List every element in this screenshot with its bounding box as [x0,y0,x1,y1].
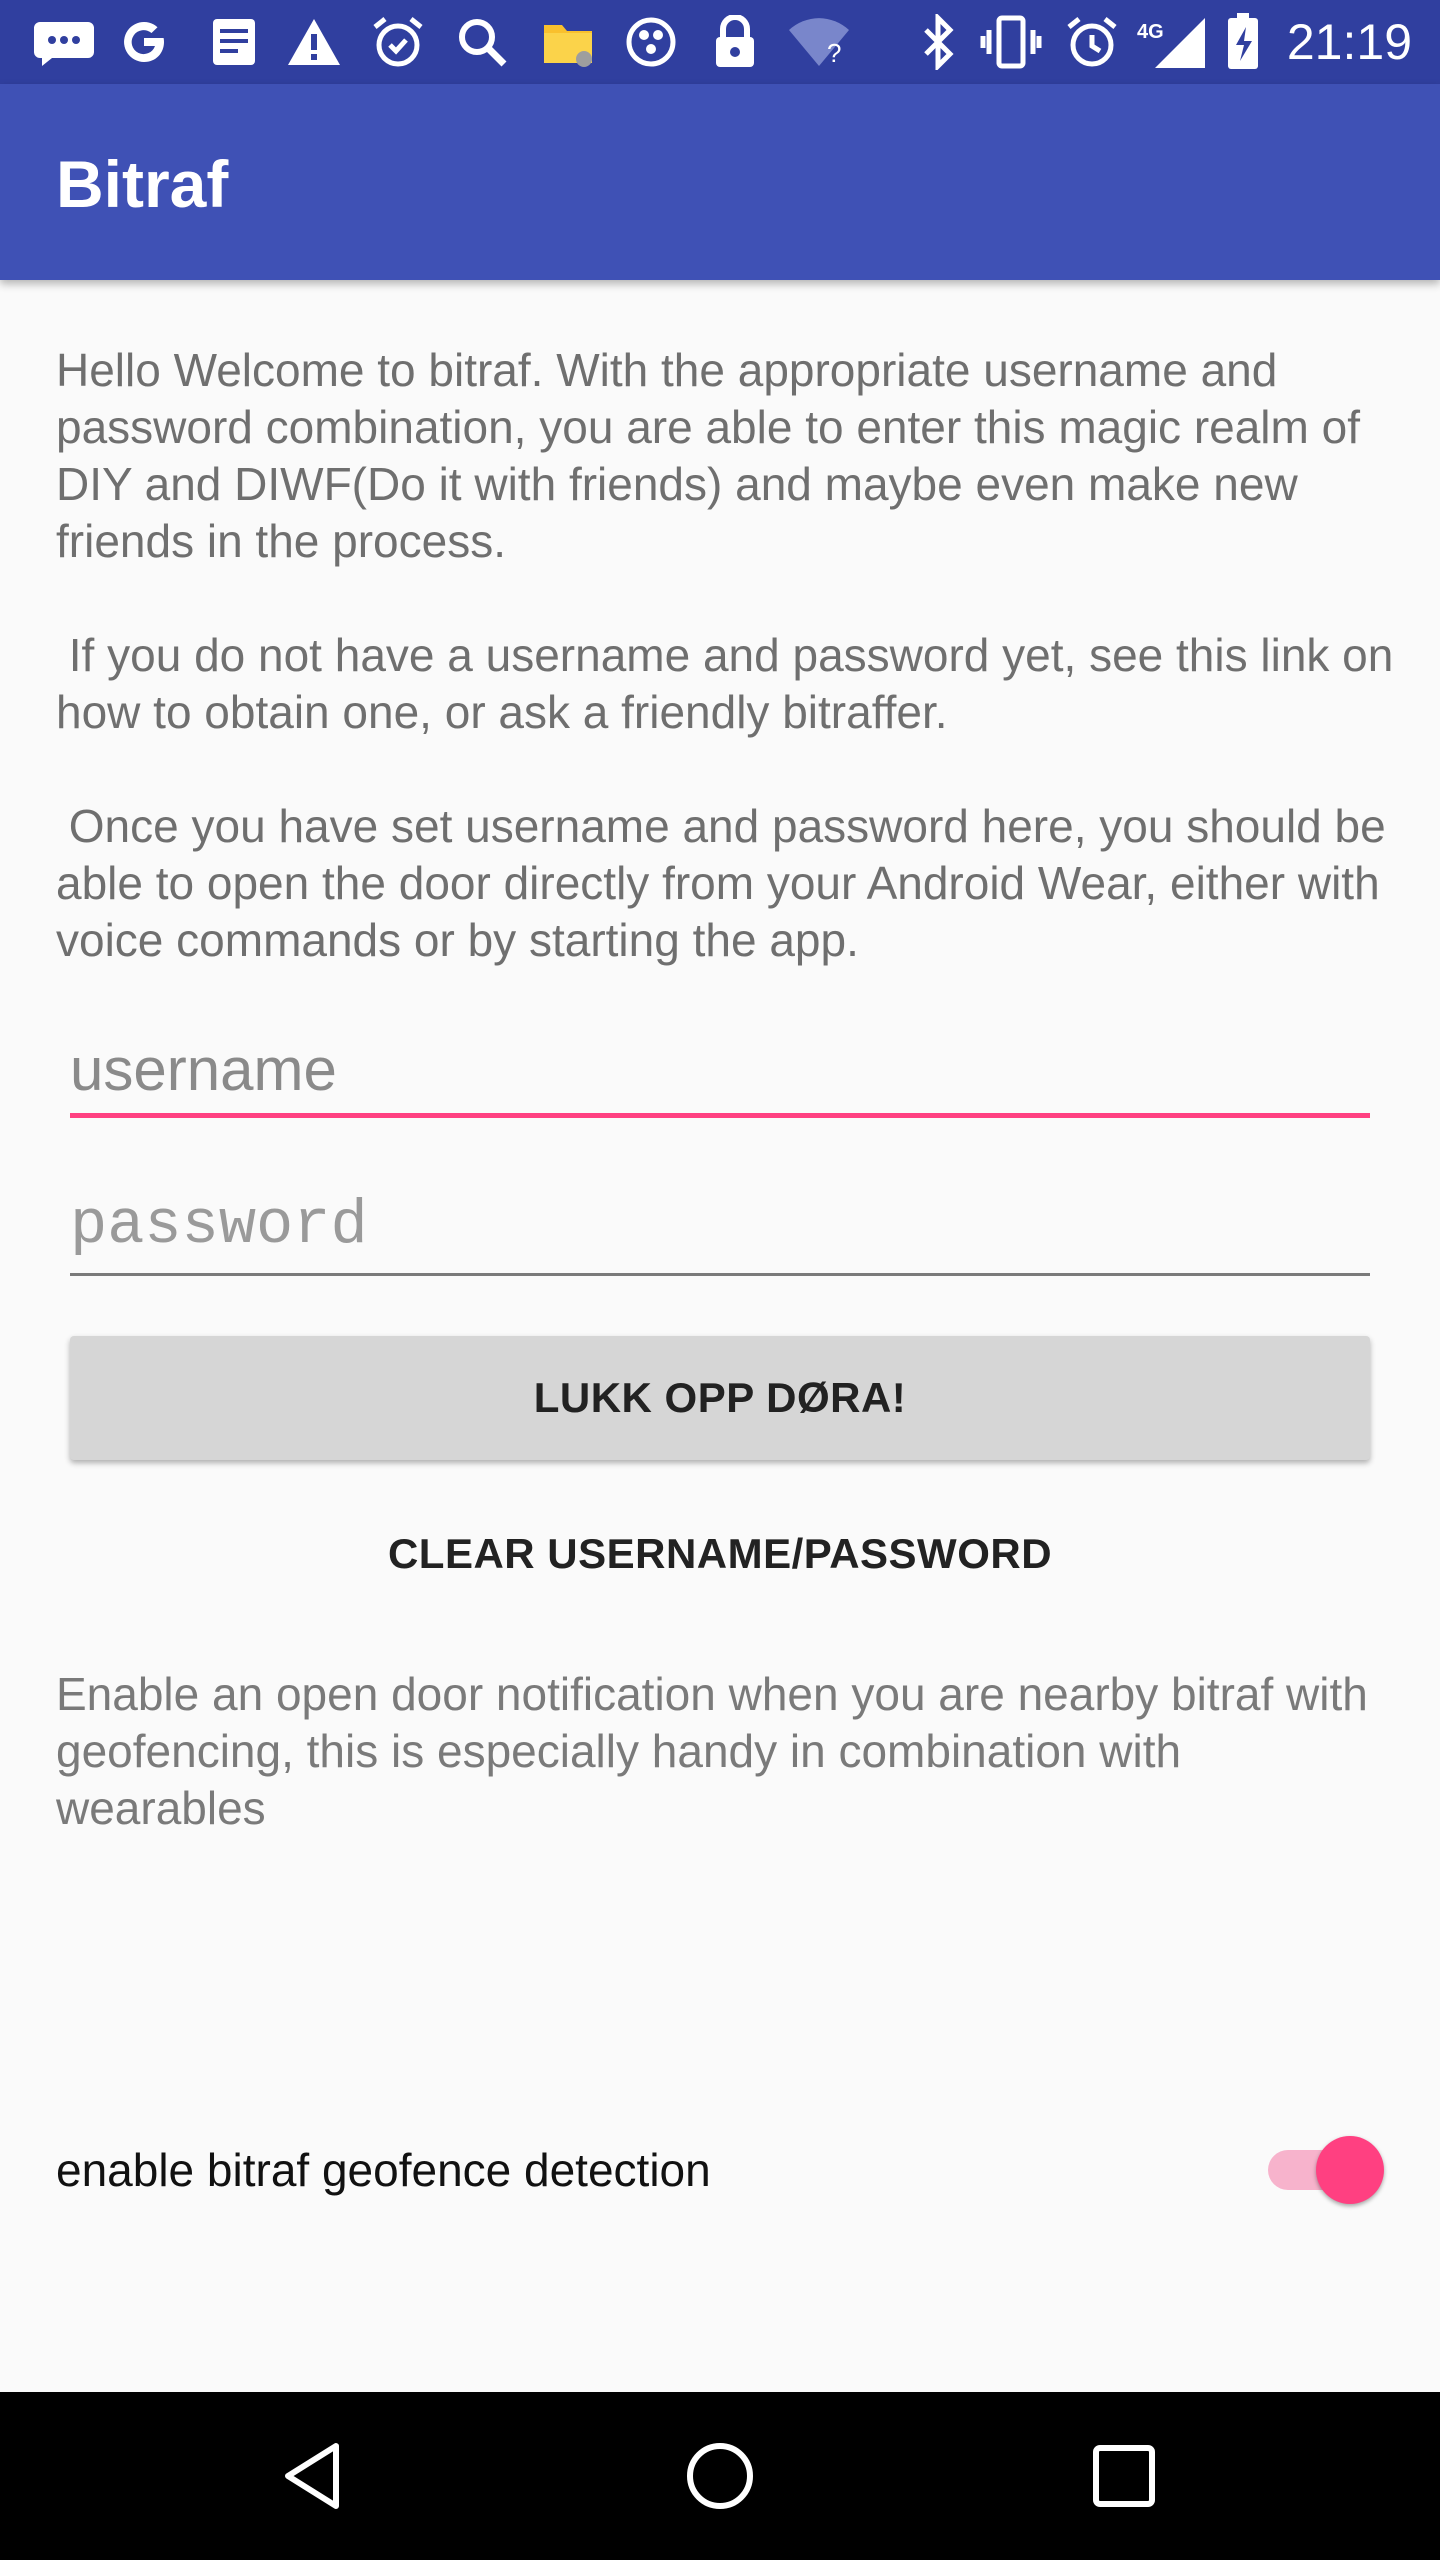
intro-paragraph-welcome: Hello Welcome to bitraf. With the approp… [56,344,1360,567]
news-icon [206,14,262,70]
home-circle-icon [687,2443,753,2509]
back-triangle-icon [285,2443,339,2509]
password-input[interactable] [70,1178,1370,1272]
lock-icon [708,14,762,70]
vibrate-icon [978,14,1044,70]
battery-charging-icon [1220,13,1266,70]
app-title: Bitraf [56,147,229,221]
password-field[interactable] [70,1178,1370,1276]
alarm-clock-icon [1064,14,1120,70]
unlock-door-button[interactable]: LUKK OPP DØRA! [70,1336,1370,1460]
toggle-thumb [1316,2136,1384,2204]
google-icon [116,14,172,70]
intro-paragraph-android-wear: Once you have set username and password … [56,800,1399,966]
bluetooth-icon [916,14,960,70]
svg-text:?: ? [827,38,841,68]
signal-icon: 4G [1134,14,1208,70]
game-icon [622,14,680,70]
back-button[interactable] [276,2436,356,2516]
username-input[interactable] [70,1026,1370,1112]
navigation-bar [0,2392,1440,2560]
files-icon [538,14,598,70]
wifi-unknown-icon: ? [786,14,852,70]
home-button[interactable] [680,2436,760,2516]
status-time: 21:19 [1286,14,1412,70]
geofence-toggle-switch[interactable] [1266,2136,1384,2204]
geofence-description: Enable an open door notification when yo… [56,1668,1368,1834]
intro-paragraph-obtain-account: If you do not have a username and passwo… [56,629,1407,738]
recents-button[interactable] [1084,2436,1164,2516]
status-bar: ? 4G 21:19 [0,0,1440,84]
app-bar: Bitraf [0,84,1440,280]
svg-text:4G: 4G [1137,21,1164,43]
main-content: Hello Welcome to bitraf. With the approp… [0,280,1440,2392]
clear-credentials-button[interactable]: CLEAR USERNAME/PASSWORD [70,1498,1370,1610]
search-icon [454,14,510,70]
recents-square-icon [1093,2445,1155,2507]
warning-icon [284,14,344,70]
geofence-setting-row[interactable]: enable bitraf geofence detection [56,2116,1384,2224]
username-field[interactable] [70,1026,1370,1118]
alarm-icon [370,14,426,70]
messages-icon [30,14,98,70]
geofence-toggle-label: enable bitraf geofence detection [56,2144,711,2196]
